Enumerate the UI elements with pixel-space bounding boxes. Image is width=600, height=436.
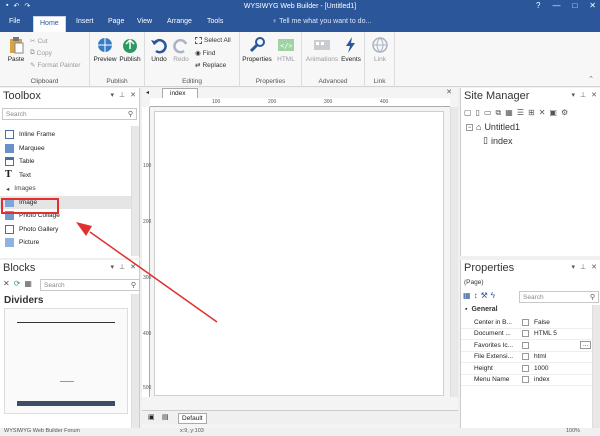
- arrow-line: [89, 231, 218, 323]
- zoom-level[interactable]: 100%: [566, 428, 580, 434]
- annotation-arrow: [76, 222, 218, 323]
- forum-link[interactable]: WYSIWYG Web Builder Forum: [4, 428, 80, 434]
- status-bar: WYSIWYG Web Builder Forum x:9, y:103 100…: [0, 428, 600, 436]
- arrow-head: [76, 222, 92, 236]
- cursor-coords: x:9, y:103: [180, 428, 204, 434]
